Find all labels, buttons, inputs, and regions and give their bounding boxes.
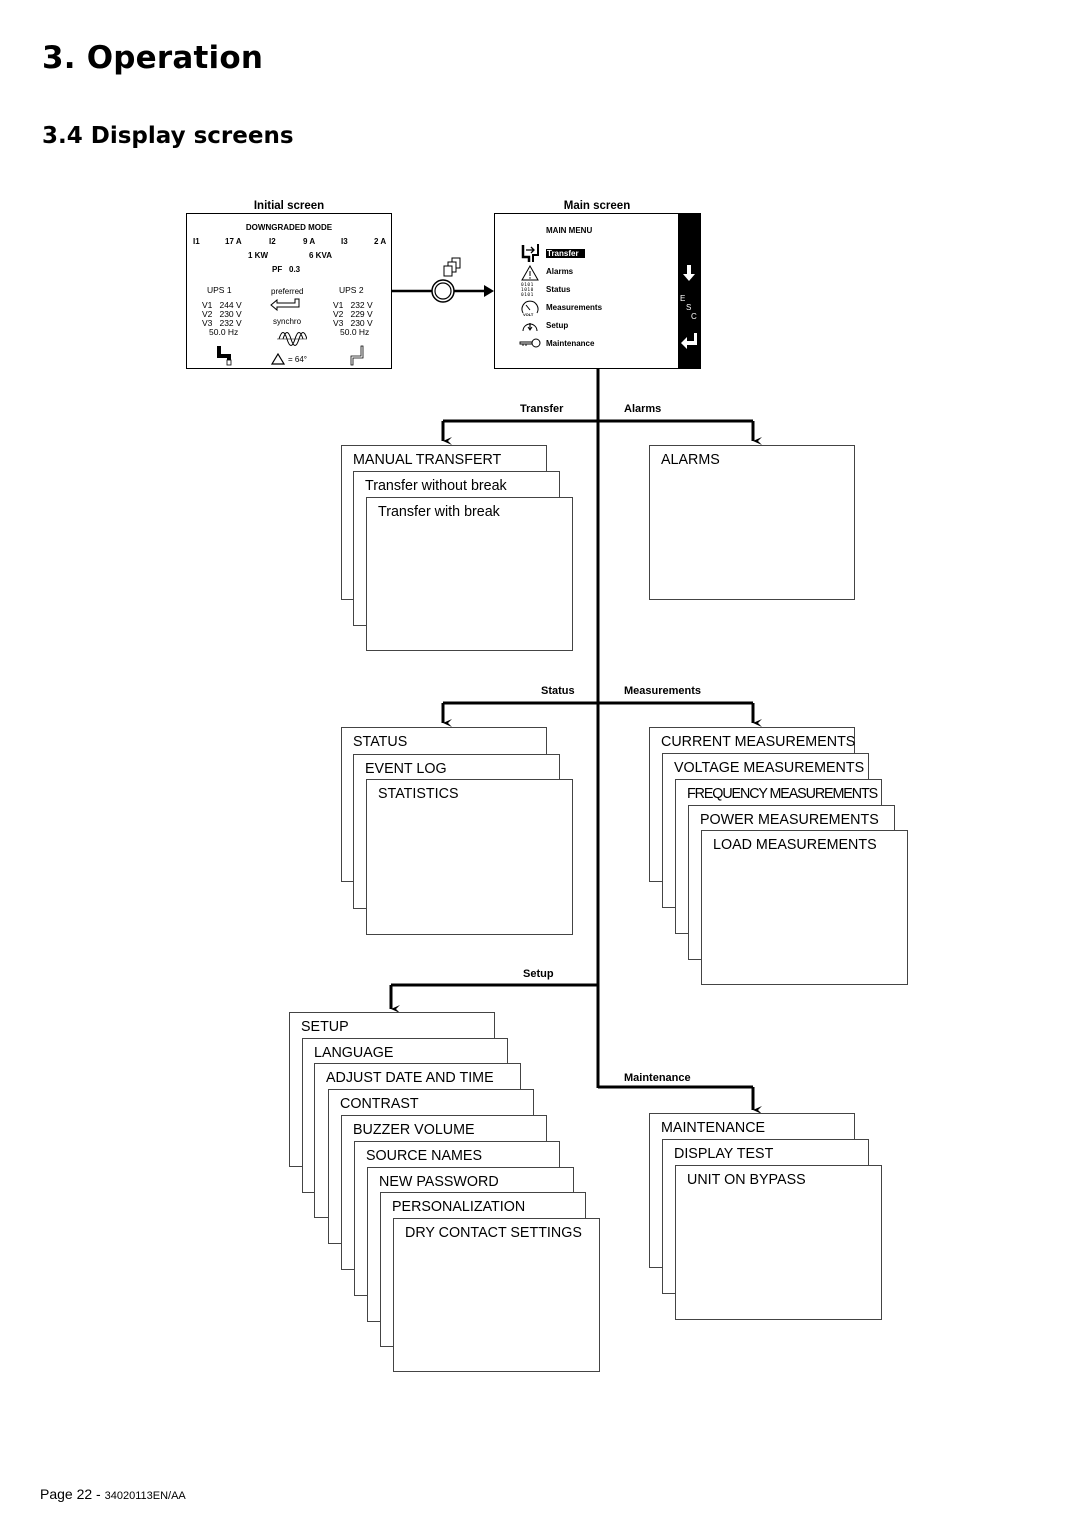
screen-load-measurements[interactable]: LOAD MEASUREMENTS bbox=[701, 830, 908, 985]
ups1-name: UPS 1 bbox=[207, 285, 232, 295]
menu-item-maintenance[interactable]: Maintenance bbox=[546, 339, 594, 348]
screen-transfer-with-break[interactable]: Transfer with break bbox=[366, 497, 573, 651]
branch-label-status: Status bbox=[541, 685, 575, 697]
screen-alarms[interactable]: ALARMS bbox=[649, 445, 855, 600]
pf-value: 0.3 bbox=[289, 265, 301, 274]
esc-letter-s: S bbox=[686, 303, 692, 312]
screen-statistics[interactable]: STATISTICS bbox=[366, 779, 573, 935]
voltmeter-icon: VOLT bbox=[521, 300, 539, 317]
screen-title: CONTRAST bbox=[340, 1096, 419, 1112]
screen-title: SETUP bbox=[301, 1019, 349, 1035]
screen-title: EVENT LOG bbox=[365, 761, 447, 777]
document-reference: 34020113EN/AA bbox=[104, 1490, 186, 1502]
screen-title: FREQUENCY MEASUREMENTS bbox=[687, 786, 878, 802]
screen-title: Transfer with break bbox=[378, 504, 500, 520]
mode-label: DOWNGRADED MODE bbox=[245, 223, 333, 232]
screen-title: ADJUST DATE AND TIME bbox=[326, 1070, 494, 1086]
screen-title: BUZZER VOLUME bbox=[353, 1122, 475, 1138]
initial-screen: DOWNGRADED MODE I1 17 A I2 9 A I3 2 A 1 … bbox=[186, 213, 392, 369]
delta-icon bbox=[271, 353, 285, 365]
ups2-name: UPS 2 bbox=[339, 285, 364, 295]
transfer-icon bbox=[521, 244, 539, 262]
screen-title: UNIT ON BYPASS bbox=[687, 1172, 806, 1188]
sine-wave-icon bbox=[277, 332, 307, 346]
main-screen-caption: Main screen bbox=[563, 200, 631, 212]
screen-title: POWER MEASUREMENTS bbox=[700, 812, 879, 828]
i3-label: I3 bbox=[341, 237, 348, 246]
i3-value: 2 A bbox=[374, 237, 387, 246]
i1-value: 17 A bbox=[225, 237, 242, 246]
screen-title: LANGUAGE bbox=[314, 1045, 394, 1061]
screen-title: Transfer without break bbox=[365, 478, 507, 494]
setup-gauge-icon bbox=[522, 323, 538, 332]
kva-value: 6 KVA bbox=[309, 251, 332, 260]
ups2-freq: 50.0 Hz bbox=[340, 327, 370, 337]
page-number: Page 22 - bbox=[40, 1486, 105, 1502]
screen-title: STATUS bbox=[353, 734, 408, 750]
screen-title: CURRENT MEASUREMENTS bbox=[661, 734, 856, 750]
screen-unit-on-bypass[interactable]: UNIT ON BYPASS bbox=[675, 1165, 882, 1320]
ups1-switch-closed-icon bbox=[217, 346, 232, 366]
main-menu-title: MAIN MENU bbox=[546, 226, 593, 235]
ups2-switch-open-icon bbox=[350, 345, 364, 366]
screen-title: VOLTAGE MEASUREMENTS bbox=[674, 760, 865, 776]
branch-label-transfer: Transfer bbox=[520, 403, 564, 415]
menu-item-status[interactable]: Status bbox=[546, 285, 570, 294]
screen-title: STATISTICS bbox=[378, 786, 459, 802]
key-icon bbox=[519, 338, 541, 348]
main-screen: MAIN MENU Transfer Alarms 0101 1010 0101 S… bbox=[494, 213, 701, 369]
screen-dry-contact-settings[interactable]: DRY CONTACT SETTINGS bbox=[393, 1218, 600, 1372]
branch-label-setup: Setup bbox=[523, 968, 554, 980]
screen-title: PERSONALIZATION bbox=[392, 1199, 526, 1215]
menu-item-setup[interactable]: Setup bbox=[546, 321, 568, 330]
branch-label-measurements: Measurements bbox=[624, 685, 702, 697]
screen-title: ALARMS bbox=[661, 452, 720, 468]
menu-item-alarms[interactable]: Alarms bbox=[546, 267, 573, 276]
esc-letter-e: E bbox=[680, 294, 686, 303]
page-footer: Page 22 - 34020113EN/AA bbox=[40, 1486, 186, 1502]
pages-icon bbox=[443, 257, 461, 277]
screen-title: LOAD MEASUREMENTS bbox=[713, 837, 877, 853]
i2-label: I2 bbox=[269, 237, 276, 246]
i2-value: 9 A bbox=[303, 237, 316, 246]
initial-screen-caption: Initial screen bbox=[253, 200, 325, 212]
branch-label-maintenance: Maintenance bbox=[624, 1072, 691, 1084]
screen-title: DISPLAY TEST bbox=[674, 1146, 774, 1162]
screen-title: MAINTENANCE bbox=[661, 1120, 766, 1136]
preferred-arrow-icon bbox=[270, 298, 300, 312]
keypad-sidebar: E S C bbox=[678, 214, 700, 368]
preferred-label: preferred bbox=[271, 287, 304, 296]
pf-label: PF bbox=[272, 265, 283, 274]
screen-title: NEW PASSWORD bbox=[379, 1174, 499, 1190]
screen-title: DRY CONTACT SETTINGS bbox=[405, 1225, 582, 1241]
phase-shift-value: = 64° bbox=[288, 355, 307, 364]
menu-item-measurements[interactable]: Measurements bbox=[546, 303, 602, 312]
synchro-label: synchro bbox=[273, 317, 302, 326]
esc-letter-c: C bbox=[691, 312, 697, 321]
svg-text:VOLT: VOLT bbox=[523, 312, 534, 317]
ups1-freq: 50.0 Hz bbox=[209, 327, 239, 337]
screen-title: MANUAL TRANSFERT bbox=[353, 452, 502, 468]
enter-icon[interactable] bbox=[680, 332, 698, 350]
branch-label-alarms: Alarms bbox=[624, 403, 662, 415]
arrow-down-icon[interactable] bbox=[682, 264, 696, 282]
binary-status-icon: 0101 1010 0101 bbox=[521, 283, 534, 298]
warning-triangle-icon bbox=[521, 265, 539, 281]
screen-title: SOURCE NAMES bbox=[366, 1148, 482, 1164]
i1-label: I1 bbox=[193, 237, 200, 246]
kw-value: 1 KW bbox=[248, 251, 268, 260]
menu-item-transfer[interactable]: Transfer bbox=[546, 249, 585, 258]
